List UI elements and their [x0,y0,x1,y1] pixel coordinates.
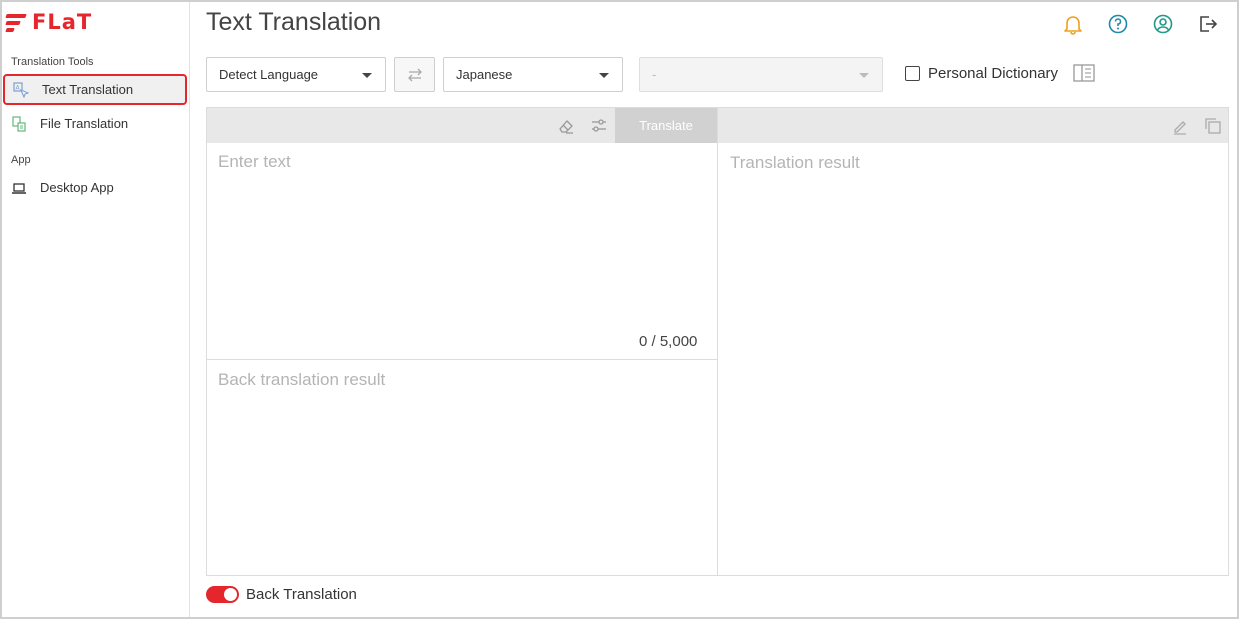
sidebar-item-desktop-app[interactable]: Desktop App [3,172,187,203]
chevron-down-icon [599,73,609,78]
source-language-select[interactable]: Detect Language [206,57,386,92]
text-translate-icon: A [13,81,29,98]
header-actions [1061,12,1220,36]
disabled-select[interactable]: - [639,57,883,92]
logo-mark-icon [5,12,28,32]
personal-dictionary-label[interactable]: Personal Dictionary [928,65,1058,82]
source-toolbar: Translate [207,108,717,143]
sidebar-item-label: Desktop App [40,180,114,195]
logo-text: FLaT [32,10,93,34]
disabled-select-value: - [652,67,657,82]
copy-icon[interactable] [1204,117,1222,135]
laptop-icon [11,180,27,196]
sidebar-item-file-translation[interactable]: File Translation [3,108,187,139]
toggle-knob [224,588,237,601]
sidebar-item-label: Text Translation [42,82,134,97]
chevron-down-icon [859,73,869,78]
page-title: Text Translation [206,8,382,36]
logout-icon[interactable] [1196,12,1220,36]
sidebar-item-text-translation[interactable]: A Text Translation [3,74,187,105]
flat-logo[interactable]: FLaT [5,10,93,34]
target-language-select[interactable]: Japanese [443,57,623,92]
swap-languages-button[interactable] [394,57,435,92]
dictionary-book-icon[interactable] [1073,64,1095,82]
swap-icon [407,68,422,81]
personal-dictionary-checkbox[interactable] [905,65,920,81]
settings-sliders-icon[interactable] [590,117,608,135]
account-icon[interactable] [1151,12,1175,36]
help-icon[interactable] [1106,12,1130,36]
personal-dictionary-control: Personal Dictionary [905,64,1095,82]
bell-icon[interactable] [1061,12,1085,36]
target-language-value: Japanese [456,67,513,82]
character-count: 0 / 5,000 [639,333,698,350]
section-label-app: App [11,154,31,166]
panel-divider [717,108,718,575]
back-translation-toggle[interactable] [206,586,239,603]
file-translate-icon [11,115,27,132]
section-label-translation-tools: Translation Tools [11,56,94,68]
result-toolbar [718,108,1228,143]
chevron-down-icon [362,73,372,78]
sidebar-item-label: File Translation [40,116,129,131]
translation-panels: Translate 0 / 5,000 Back translation res… [206,107,1229,576]
back-translation-result: Back translation result [218,370,386,389]
back-translation-divider [207,359,717,360]
back-translation-label: Back Translation [246,586,357,603]
source-language-value: Detect Language [219,67,319,82]
eraser-icon[interactable] [557,117,575,135]
sidebar: FLaT Translation Tools A Text Translatio… [2,2,190,617]
translate-button[interactable]: Translate [615,108,717,143]
source-text-input[interactable] [207,143,717,359]
translation-result: Translation result [730,153,860,172]
edit-pencil-icon[interactable] [1171,117,1189,135]
